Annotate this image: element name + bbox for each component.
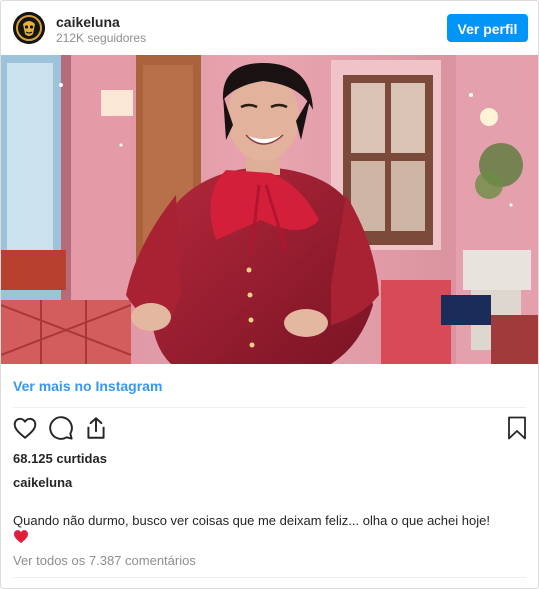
comment-icon bbox=[49, 416, 73, 440]
red-heart-emoji-icon bbox=[13, 529, 29, 549]
save-button[interactable] bbox=[505, 415, 529, 446]
header-username[interactable]: caikeluna bbox=[56, 14, 120, 30]
followers-count: 212K seguidores bbox=[56, 31, 147, 45]
caption-text: Quando não durmo, busco ver coisas que m… bbox=[13, 513, 490, 528]
heart-icon bbox=[13, 417, 37, 439]
avatar-icon bbox=[13, 12, 45, 44]
comment-button[interactable] bbox=[48, 415, 74, 446]
post-media[interactable] bbox=[1, 55, 538, 364]
divider-bottom bbox=[13, 577, 526, 578]
view-all-comments-link[interactable]: Ver todos os 7.387 comentários bbox=[13, 553, 196, 568]
view-profile-button[interactable]: Ver perfil bbox=[447, 14, 528, 42]
post-header: caikeluna 212K seguidores Ver perfil bbox=[1, 1, 538, 55]
divider bbox=[13, 407, 526, 408]
share-icon bbox=[87, 417, 105, 439]
view-more-link[interactable]: Ver mais no Instagram bbox=[13, 378, 162, 394]
video-still-image bbox=[1, 55, 538, 364]
share-button[interactable] bbox=[83, 415, 109, 446]
avatar[interactable] bbox=[13, 12, 45, 44]
instagram-embed-card: caikeluna 212K seguidores Ver perfil Ver… bbox=[0, 0, 539, 589]
likes-count[interactable]: 68.125 curtidas bbox=[13, 451, 107, 466]
bookmark-icon bbox=[508, 416, 526, 440]
caption-username[interactable]: caikeluna bbox=[13, 475, 72, 490]
like-button[interactable] bbox=[12, 415, 38, 446]
